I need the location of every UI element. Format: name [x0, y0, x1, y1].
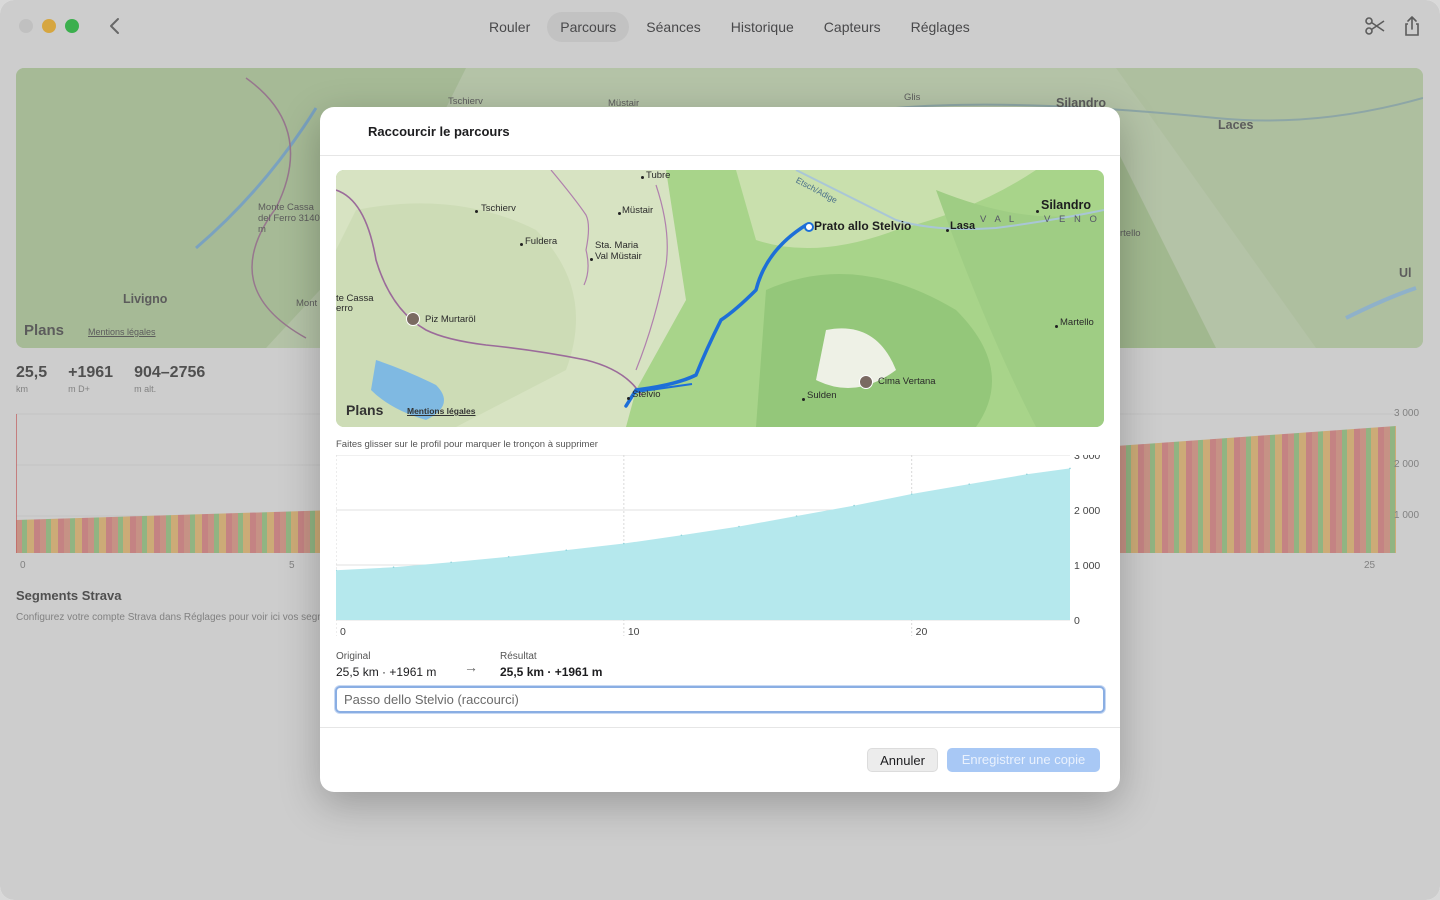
map-label: Val Müstair [595, 251, 642, 262]
arrow-right-icon: → [464, 659, 478, 675]
cancel-button[interactable]: Annuler [867, 748, 938, 772]
x-tick-label: 0 [340, 626, 346, 638]
dialog-title: Raccourcir le parcours [368, 124, 510, 139]
plans-attribution: Plans [346, 402, 384, 418]
map-pin-icon [1036, 210, 1039, 213]
x-tick-label: 20 [916, 626, 928, 638]
elevation-point [392, 566, 395, 568]
elevation-point [565, 549, 568, 551]
map-label: Tubre [646, 170, 671, 181]
original-stats: Original 25,5 km · +1961 m [336, 651, 436, 679]
map-pin-icon [590, 258, 593, 261]
elevation-point [623, 542, 625, 545]
elevation-point [680, 534, 683, 537]
map-pin-icon [802, 398, 805, 401]
elevation-point [968, 483, 971, 485]
mountain-peak-icon [859, 375, 873, 389]
map-label: V E N O [1044, 214, 1100, 225]
y-tick-label: 2 000 [1074, 505, 1100, 517]
elevation-point [910, 493, 913, 495]
elevation-point [853, 504, 855, 507]
elevation-point [507, 555, 510, 558]
map-label: Piz Murtaröl [425, 314, 476, 325]
map-label: Sulden [807, 390, 837, 401]
map-pin-icon [1055, 325, 1058, 328]
map-label: erro [336, 303, 353, 314]
elevation-point [1069, 467, 1071, 470]
map-label: Fuldera [525, 236, 558, 247]
app-window: Rouler Parcours Séances Historique Capte… [0, 0, 1440, 900]
x-tick-label: 10 [628, 626, 640, 638]
divider [320, 155, 1120, 156]
map-pin-icon [618, 212, 621, 215]
map-pin-icon [627, 397, 630, 400]
elevation-point [795, 515, 798, 517]
map-label: Müstair [622, 205, 654, 216]
map-label: Sta. Maria [595, 240, 639, 251]
elevation-point [450, 561, 452, 564]
map-pin-icon [946, 229, 949, 232]
elevation-point [1026, 473, 1028, 476]
map-label: Tschierv [481, 203, 516, 214]
map-label: Prato allo Stelvio [814, 219, 912, 233]
map-pin-icon [520, 243, 523, 246]
result-value: 25,5 km · +1961 m [500, 665, 603, 679]
map-label: Martello [1060, 317, 1094, 328]
map-label: V A L [980, 214, 1018, 225]
elevation-point [738, 525, 740, 528]
map-label: Silandro [1041, 198, 1092, 212]
result-label: Résultat [500, 651, 537, 662]
save-copy-button[interactable]: Enregistrer une copie [947, 748, 1100, 772]
map-label: Lasa [950, 220, 976, 232]
y-tick-label: 3 000 [1074, 455, 1100, 462]
divider [320, 727, 1120, 728]
mountain-peak-icon [406, 312, 420, 326]
map-pin-icon [641, 176, 644, 179]
y-tick-label: 1 000 [1074, 560, 1100, 572]
route-map[interactable]: Tubre Tschierv Müstair Fuldera Sta. Mari… [336, 170, 1104, 427]
shorten-route-dialog: Raccourcir le parcours Tubre Tschierv Mü… [320, 107, 1120, 792]
y-tick-label: 0 [1074, 615, 1080, 627]
elevation-area [336, 468, 1070, 620]
map-pin-icon [475, 210, 478, 213]
result-stats: Résultat 25,5 km · +1961 m [500, 651, 602, 679]
original-label: Original [336, 651, 371, 662]
legal-link[interactable]: Mentions légales [407, 406, 476, 416]
original-value: 25,5 km · +1961 m [336, 665, 437, 679]
route-name-field[interactable] [335, 686, 1105, 713]
map-label: Stelvio [632, 389, 661, 400]
elevation-profile-chart[interactable]: 3 000 2 000 1 000 0 0 10 20 [336, 455, 1104, 645]
profile-hint: Faites glisser sur le profil pour marque… [336, 439, 598, 450]
map-label: Cima Vertana [878, 376, 936, 387]
